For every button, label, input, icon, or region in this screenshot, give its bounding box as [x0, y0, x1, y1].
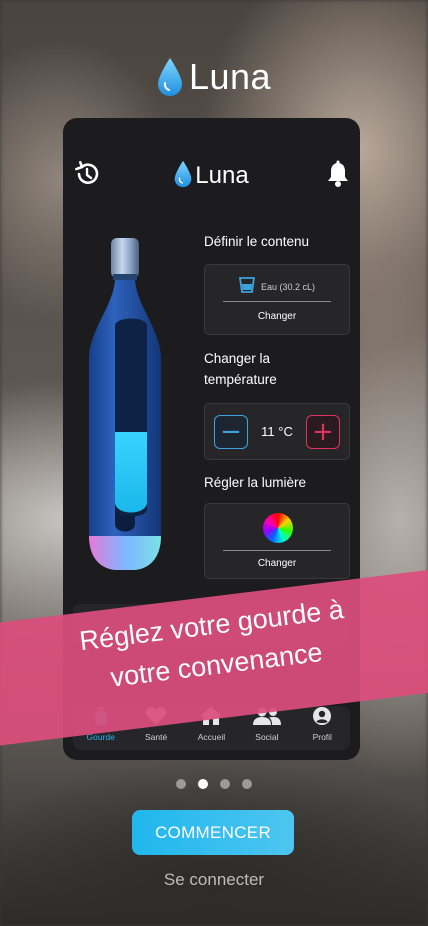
- page-dot[interactable]: [220, 779, 230, 789]
- temperature-value: 11 °C: [261, 424, 293, 439]
- temperature-title-line1: Changer la: [204, 351, 271, 366]
- temperature-minus-button[interactable]: −: [214, 414, 248, 449]
- light-title: Régler la lumière: [204, 475, 307, 490]
- divider: [223, 301, 331, 302]
- phone-header: Luna: [63, 158, 360, 194]
- start-button[interactable]: COMMENCER: [132, 810, 294, 855]
- temperature-card: − 11 °C +: [204, 403, 350, 460]
- divider: [223, 550, 331, 551]
- water-drop-icon: [174, 160, 192, 192]
- profile-icon: [313, 707, 332, 729]
- nav-label: Social: [255, 732, 279, 742]
- page-dot[interactable]: [176, 779, 186, 789]
- nav-label: Accueil: [197, 732, 226, 742]
- content-card: Eau (30.2 cL) Changer: [204, 264, 350, 335]
- temperature-plus-button[interactable]: +: [306, 414, 340, 449]
- page-dot[interactable]: [242, 779, 252, 789]
- temperature-title-line2: température: [204, 372, 277, 387]
- phone-logo: Luna: [174, 160, 249, 192]
- page-dot-active[interactable]: [198, 779, 208, 789]
- nav-label: Profil: [312, 732, 332, 742]
- glass-icon: [238, 277, 256, 297]
- login-link[interactable]: Se connecter: [0, 870, 428, 890]
- nav-label: Santé: [144, 732, 168, 742]
- app-logo: Luna: [0, 56, 428, 98]
- page-indicator: [0, 779, 428, 789]
- change-content-button[interactable]: Changer: [205, 311, 349, 322]
- color-wheel-icon[interactable]: [263, 513, 293, 543]
- content-title: Définir le contenu: [204, 234, 310, 249]
- nav-item-profil[interactable]: Profil: [296, 707, 348, 742]
- water-drop-icon: [157, 57, 183, 97]
- history-icon[interactable]: [73, 160, 101, 188]
- light-card: Changer: [204, 503, 350, 579]
- bottle-illustration: [85, 236, 185, 581]
- content-value: Eau (30.2 cL): [260, 282, 316, 292]
- phone-brand: Luna: [195, 162, 249, 189]
- change-light-button[interactable]: Changer: [205, 558, 349, 569]
- bell-icon[interactable]: [326, 160, 350, 188]
- app-title: Luna: [188, 56, 272, 97]
